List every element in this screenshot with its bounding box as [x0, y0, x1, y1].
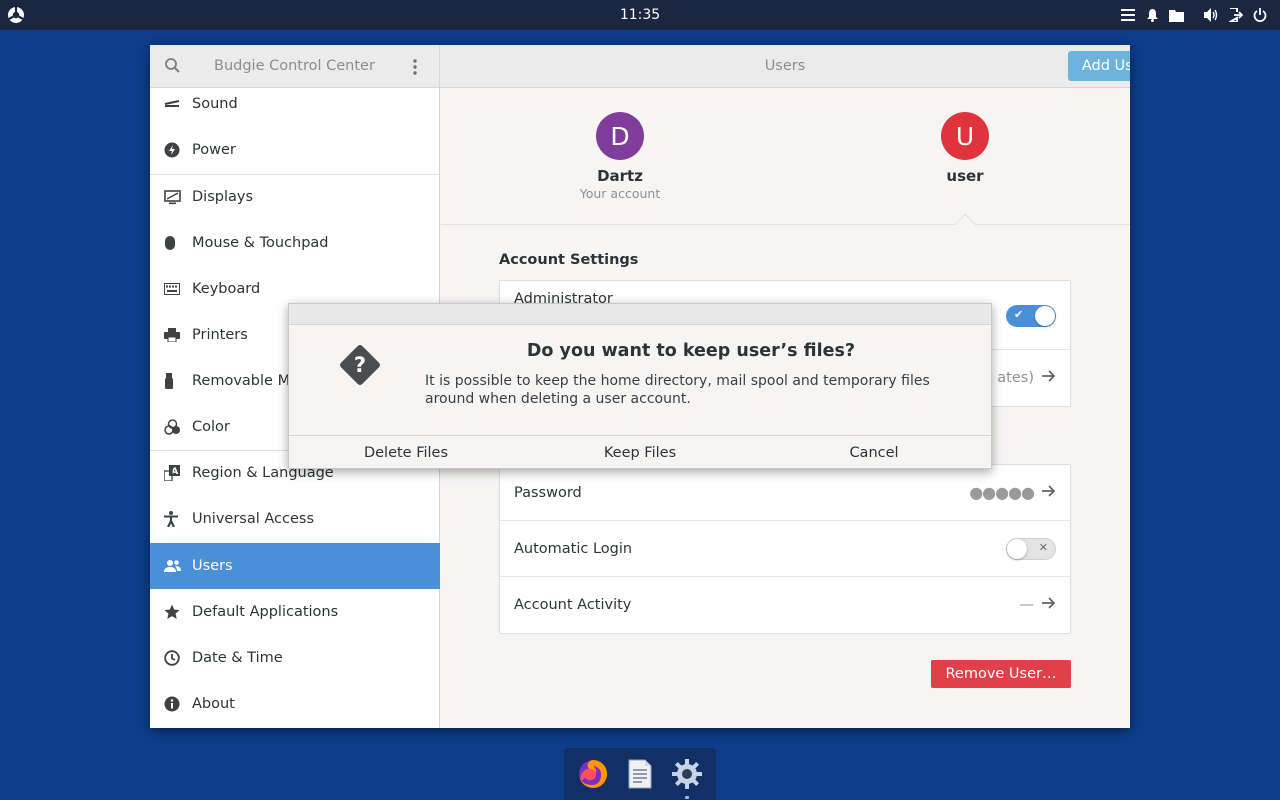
sidebar-item-mouse-touchpad[interactable]: Mouse & Touchpad	[150, 220, 440, 266]
check-icon: ✔	[1014, 308, 1024, 321]
users-icon	[150, 559, 192, 573]
keep-files-button[interactable]: Keep Files	[523, 436, 757, 469]
account-activity-label: Account Activity	[514, 597, 632, 613]
star-icon	[150, 604, 192, 620]
automatic-login-label: Automatic Login	[514, 540, 633, 557]
sidebar-item-default-applications[interactable]: Default Applications	[150, 589, 440, 635]
running-indicator	[684, 796, 689, 799]
sidebar-item-label: About	[192, 696, 235, 712]
sidebar-item-label: Default Applications	[192, 604, 339, 620]
language-icon: A	[150, 465, 192, 481]
automatic-login-switch-wrap: ✕	[1006, 537, 1056, 560]
sidebar-item-label: Printers	[192, 327, 248, 343]
sidebar-item-label: Sound	[192, 96, 238, 112]
authentication-list: Password ●●●●● Automatic Login ✕ Account…	[499, 464, 1071, 634]
sidebar-item-label: Mouse & Touchpad	[192, 235, 329, 251]
user-card-dartz[interactable]: D Dartz Your account	[540, 112, 700, 201]
mouse-icon	[150, 235, 192, 251]
administrator-switch-wrap: ✔	[1006, 305, 1056, 327]
dock	[564, 748, 716, 800]
password-row[interactable]: Password ●●●●●	[500, 465, 1070, 521]
sidebar-item-label: Universal Access	[192, 511, 315, 527]
dialog-body: It is possible to keep the home director…	[425, 373, 930, 407]
password-label: Password	[514, 484, 582, 501]
selected-user-indicator	[953, 213, 977, 237]
clock-icon	[150, 650, 192, 666]
info-icon	[150, 696, 192, 712]
question-icon: ?	[335, 340, 385, 390]
top-panel: 11:35	[0, 0, 1280, 30]
power-icon[interactable]	[1248, 5, 1272, 25]
dialog-actions: Delete Files Keep Files Cancel	[289, 435, 991, 469]
sidebar-item-label: Power	[192, 142, 236, 158]
settings-gear-icon[interactable]	[668, 755, 706, 799]
password-value-wrap: ●●●●●	[969, 483, 1056, 502]
system-tray	[1116, 5, 1272, 25]
logout-icon[interactable]	[1224, 5, 1248, 25]
user-subtitle: Your account	[579, 186, 661, 201]
sidebar-item-label: Removable M	[192, 373, 291, 389]
user-name: Dartz	[597, 167, 643, 185]
volume-icon[interactable]	[1200, 5, 1224, 25]
remove-user-button[interactable]: Remove User…	[931, 660, 1071, 688]
text-editor-icon[interactable]	[621, 755, 659, 793]
dialog-titlebar	[289, 304, 991, 325]
sidebar-item-power[interactable]: Power	[150, 127, 440, 173]
sidebar-item-date-time[interactable]: Date & Time	[150, 635, 440, 681]
language-value: ates)	[997, 370, 1056, 386]
add-user-button[interactable]: Add User…	[1068, 51, 1130, 81]
cancel-button[interactable]: Cancel	[757, 436, 991, 469]
delete-files-button[interactable]: Delete Files	[289, 436, 523, 469]
svg-text:?: ?	[354, 353, 366, 377]
bell-icon[interactable]	[1140, 5, 1164, 25]
sidebar-item-displays[interactable]: Displays	[150, 174, 440, 220]
arrow-right-icon	[1042, 484, 1056, 501]
panel-clock[interactable]: 11:35	[0, 7, 1280, 23]
account-activity-value: —	[1019, 597, 1035, 613]
avatar: U	[941, 112, 989, 160]
account-settings-title: Account Settings	[499, 252, 639, 268]
primary-menu-icon[interactable]	[405, 56, 425, 78]
sidebar-item-users[interactable]: Users	[150, 543, 440, 589]
administrator-switch[interactable]: ✔	[1006, 305, 1056, 327]
account-activity-value-wrap: —	[1020, 597, 1057, 613]
sidebar-item-label: Date & Time	[192, 650, 283, 666]
automatic-login-row[interactable]: Automatic Login ✕	[500, 521, 1070, 577]
printer-icon	[150, 328, 192, 342]
password-dots: ●●●●●	[969, 483, 1035, 502]
power-bolt-icon	[150, 142, 192, 158]
sidebar-item-label: Displays	[192, 189, 254, 205]
sidebar-item-label: Color	[192, 419, 230, 435]
sidebar-item-about[interactable]: About	[150, 681, 440, 727]
keyboard-icon	[150, 283, 192, 295]
search-icon[interactable]	[164, 57, 184, 77]
keep-files-dialog: ? Do you want to keep user’s files? It i…	[288, 303, 992, 469]
avatar: D	[596, 112, 644, 160]
user-card-user[interactable]: U user	[885, 112, 1045, 185]
speaker-icon	[150, 97, 192, 111]
user-name: user	[946, 167, 984, 185]
sidebar-title: Budgie Control Center	[214, 58, 375, 74]
dialog-heading: Do you want to keep user’s files?	[526, 341, 856, 361]
usb-icon	[150, 373, 192, 389]
automatic-login-switch[interactable]: ✕	[1006, 537, 1056, 560]
arrow-right-icon	[1042, 597, 1056, 613]
sidebar-item-label: Keyboard	[192, 281, 261, 297]
folder-icon[interactable]	[1164, 5, 1188, 25]
display-icon	[150, 189, 192, 205]
content-headerbar: Users Add User…	[440, 45, 1130, 88]
account-activity-row[interactable]: Account Activity —	[500, 577, 1070, 633]
page-title: Users	[764, 58, 806, 74]
sidebar-item-sound[interactable]: Sound	[150, 81, 440, 127]
cross-icon: ✕	[1038, 540, 1048, 554]
sidebar-item-label: Users	[192, 558, 233, 574]
color-icon	[150, 419, 192, 435]
sidebar-item-universal-access[interactable]: Universal Access	[150, 496, 440, 542]
accessibility-icon	[150, 511, 192, 527]
user-carousel: D Dartz Your account U user	[441, 88, 1130, 237]
list-icon[interactable]	[1116, 5, 1140, 25]
arrow-right-icon	[1042, 370, 1056, 386]
firefox-icon[interactable]	[574, 755, 612, 793]
